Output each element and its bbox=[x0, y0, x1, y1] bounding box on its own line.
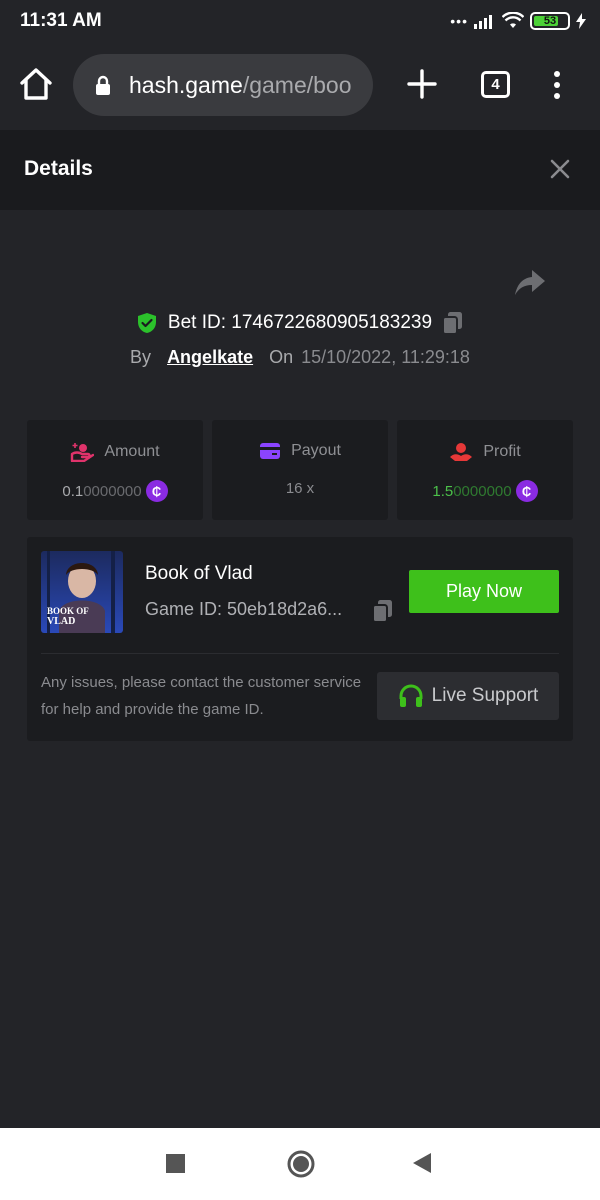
bet-id-row: Bet ID: 1746722680905183239 bbox=[0, 308, 600, 338]
verified-shield-icon bbox=[137, 313, 156, 333]
profit-label: Profit bbox=[483, 443, 521, 460]
home-icon[interactable] bbox=[18, 66, 54, 102]
svg-text:VLAD: VLAD bbox=[47, 616, 75, 627]
on-label: On bbox=[269, 346, 294, 367]
notification-dots: ••• bbox=[450, 13, 468, 29]
more-menu-icon[interactable] bbox=[545, 70, 569, 100]
amount-card: Amount 0.10000000 ₵ bbox=[27, 420, 203, 520]
payout-card: Payout 16 x bbox=[212, 420, 388, 520]
card-icon bbox=[260, 443, 281, 459]
battery-icon: 53 bbox=[530, 12, 570, 30]
system-nav-bar bbox=[0, 1128, 600, 1200]
charging-bolt-icon bbox=[576, 13, 586, 29]
tab-switcher-button[interactable]: 4 bbox=[481, 71, 510, 98]
status-icons: ••• 53 bbox=[450, 9, 586, 33]
support-message: Any issues, please contact the customer … bbox=[41, 674, 362, 718]
profit-icon bbox=[450, 443, 473, 461]
share-icon[interactable] bbox=[514, 268, 546, 296]
amount-value-decimals: 0000000 bbox=[83, 482, 142, 500]
game-card: BOOK OF VLAD Book of Vlad Game ID: 50eb1… bbox=[27, 537, 573, 741]
bet-date: 15/10/2022, 11:29:18 bbox=[301, 346, 470, 367]
game-id: Game ID: 50eb18d2a6... bbox=[145, 599, 343, 619]
profit-value-decimals: 0000000 bbox=[453, 482, 512, 500]
new-tab-icon[interactable] bbox=[406, 68, 438, 100]
battery-level: 53 bbox=[543, 15, 557, 27]
game-thumbnail[interactable]: BOOK OF VLAD bbox=[41, 551, 123, 633]
by-label: By bbox=[130, 346, 152, 367]
divider bbox=[41, 653, 559, 654]
wifi-icon bbox=[502, 12, 524, 28]
home-nav-icon[interactable] bbox=[287, 1150, 315, 1178]
bet-author-row: By Angelkate On 15/10/2022, 11:29:18 bbox=[0, 344, 600, 370]
svg-text:BOOK OF: BOOK OF bbox=[47, 606, 89, 616]
play-now-button[interactable]: Play Now bbox=[409, 570, 559, 613]
recents-icon[interactable] bbox=[166, 1154, 185, 1173]
headset-icon bbox=[399, 684, 423, 707]
bet-id: Bet ID: 1746722680905183239 bbox=[167, 312, 433, 333]
copy-icon[interactable] bbox=[442, 311, 464, 335]
lock-icon bbox=[96, 75, 110, 95]
coin-icon: ₵ bbox=[145, 480, 168, 502]
browser-toolbar: hash.game/game/boo 4 bbox=[0, 42, 600, 130]
status-time: 11:31 AM bbox=[20, 10, 102, 31]
payout-value: 16 x bbox=[285, 480, 315, 497]
amount-icon bbox=[71, 443, 95, 462]
signal-icon bbox=[474, 15, 492, 29]
live-support-label: Live Support bbox=[431, 685, 539, 706]
user-link[interactable]: Angelkate bbox=[167, 347, 253, 368]
page-title: Details bbox=[24, 157, 93, 180]
profit-value: 1.5 bbox=[432, 482, 454, 500]
details-header: Details bbox=[0, 130, 600, 210]
tab-count: 4 bbox=[491, 76, 500, 93]
game-name: Book of Vlad bbox=[145, 563, 253, 584]
back-icon[interactable] bbox=[412, 1152, 432, 1174]
payout-label: Payout bbox=[291, 442, 341, 459]
url-path: /game/boo bbox=[242, 72, 352, 98]
url-text: hash.game/game/boo bbox=[129, 72, 352, 99]
amount-label: Amount bbox=[104, 443, 160, 460]
status-bar: 11:31 AM ••• 53 bbox=[0, 0, 600, 42]
coin-icon: ₵ bbox=[515, 480, 538, 502]
copy-icon[interactable] bbox=[372, 599, 394, 623]
close-icon[interactable] bbox=[548, 157, 572, 181]
profit-card: Profit 1.50000000 ₵ bbox=[397, 420, 573, 520]
live-support-button[interactable]: Live Support bbox=[377, 672, 559, 720]
url-host: hash.game bbox=[129, 72, 243, 98]
address-bar[interactable]: hash.game/game/boo bbox=[73, 54, 373, 116]
amount-value: 0.1 bbox=[62, 482, 84, 500]
